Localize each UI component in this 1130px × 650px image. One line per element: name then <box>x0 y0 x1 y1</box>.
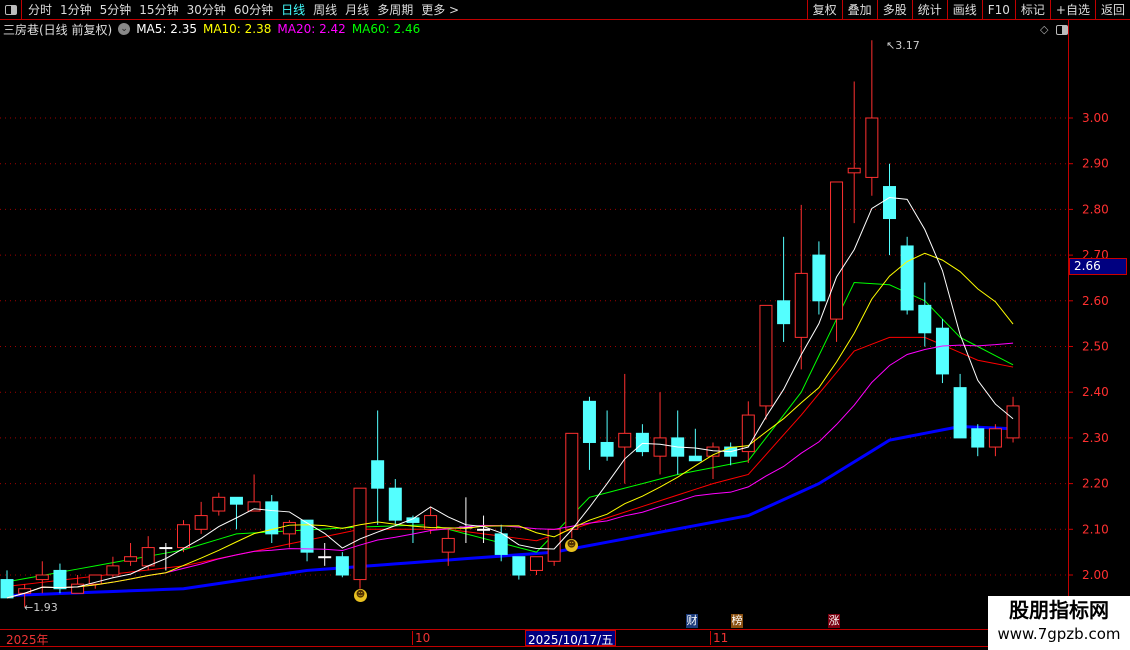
candle-body <box>918 304 932 334</box>
y-tick-label: 2.60 <box>1082 294 1109 308</box>
candle-body <box>847 167 861 174</box>
year-label: 2025年 <box>6 633 49 647</box>
candle-body <box>547 528 561 562</box>
finance-badge[interactable]: 财 <box>686 614 698 628</box>
y-tick-label: 2.40 <box>1082 385 1109 399</box>
candle-body <box>35 574 49 581</box>
candle-body <box>335 556 349 576</box>
candle-body <box>212 496 226 512</box>
month-label: 11 <box>710 631 728 645</box>
candle-body <box>141 547 155 567</box>
candle-body <box>282 521 296 535</box>
y-tick-label: 3.00 <box>1082 111 1109 125</box>
candle-body <box>883 186 896 220</box>
long-ma-line-blue <box>6 424 1014 598</box>
candle-body <box>971 428 985 448</box>
month-label: 10 <box>412 631 430 645</box>
watermark-url: www.7gpzb.com <box>997 625 1121 643</box>
candle-body <box>0 579 14 599</box>
y-tick-label: 2.00 <box>1082 568 1109 582</box>
candle-body <box>582 400 596 443</box>
watermark-title: 股朋指标网 <box>1009 598 1109 622</box>
candle-body <box>494 533 508 555</box>
y-tick-label: 2.10 <box>1082 522 1109 536</box>
candle-body <box>229 496 243 505</box>
candle-body <box>1006 405 1020 439</box>
y-tick-label: 2.20 <box>1082 477 1109 491</box>
candle-body <box>777 300 791 325</box>
candle-body <box>812 254 826 302</box>
low-price-label: ←1.93 <box>24 601 58 614</box>
candle-body <box>177 524 190 549</box>
candle-body <box>759 304 773 407</box>
smiley-marker-icon[interactable]: ☻ <box>565 539 578 552</box>
candle-body <box>635 432 649 453</box>
long-ma-line-red <box>6 336 1014 587</box>
limit-up-badge[interactable]: 涨 <box>828 614 840 628</box>
price-axis-line <box>1068 20 1069 630</box>
candle-body <box>865 117 879 178</box>
y-tick-label: 2.80 <box>1082 202 1109 216</box>
candlestick-chart[interactable]: 3.002.902.802.702.602.502.402.302.202.10… <box>0 0 1130 630</box>
candle-body <box>953 387 967 439</box>
candle-body <box>830 181 844 320</box>
candle-body <box>477 528 491 531</box>
candle-body <box>794 272 808 338</box>
candle-body <box>935 327 949 375</box>
candle-body <box>53 569 67 590</box>
candle-body <box>988 428 1002 448</box>
ma10-line <box>6 252 1014 599</box>
candle-body <box>618 432 632 448</box>
candle-body <box>512 556 526 576</box>
candle-body <box>900 245 914 311</box>
candle-body <box>371 460 385 489</box>
candle-body <box>530 556 543 571</box>
candle-body <box>388 487 402 521</box>
candle-body <box>318 556 332 559</box>
candle-body <box>441 537 455 553</box>
high-price-label: ↖3.17 <box>886 39 920 52</box>
y-tick-label: 2.50 <box>1082 340 1109 354</box>
candle-body <box>18 588 32 594</box>
candle-body <box>565 432 579 530</box>
candle-body <box>353 487 367 581</box>
candle-body <box>159 547 173 550</box>
candle-body <box>106 565 120 576</box>
ranking-badge[interactable]: 榜 <box>731 614 743 628</box>
candle-body <box>124 556 138 562</box>
y-tick-label: 2.90 <box>1082 157 1109 171</box>
candle-body <box>653 437 667 457</box>
candle-body <box>688 455 702 462</box>
candle-body <box>194 515 208 530</box>
date-axis: 2025年 10 2025/10/17/五 11 <box>0 629 1068 647</box>
watermark: 股朋指标网 www.7gpzb.com <box>988 596 1130 650</box>
current-price-label: 2.66 <box>1069 258 1127 275</box>
selected-date: 2025/10/17/五 <box>525 630 617 647</box>
candle-body <box>600 441 614 457</box>
smiley-marker-icon[interactable]: ☻ <box>354 589 367 602</box>
ma20-line <box>6 342 1014 599</box>
y-tick-label: 2.30 <box>1082 431 1109 445</box>
